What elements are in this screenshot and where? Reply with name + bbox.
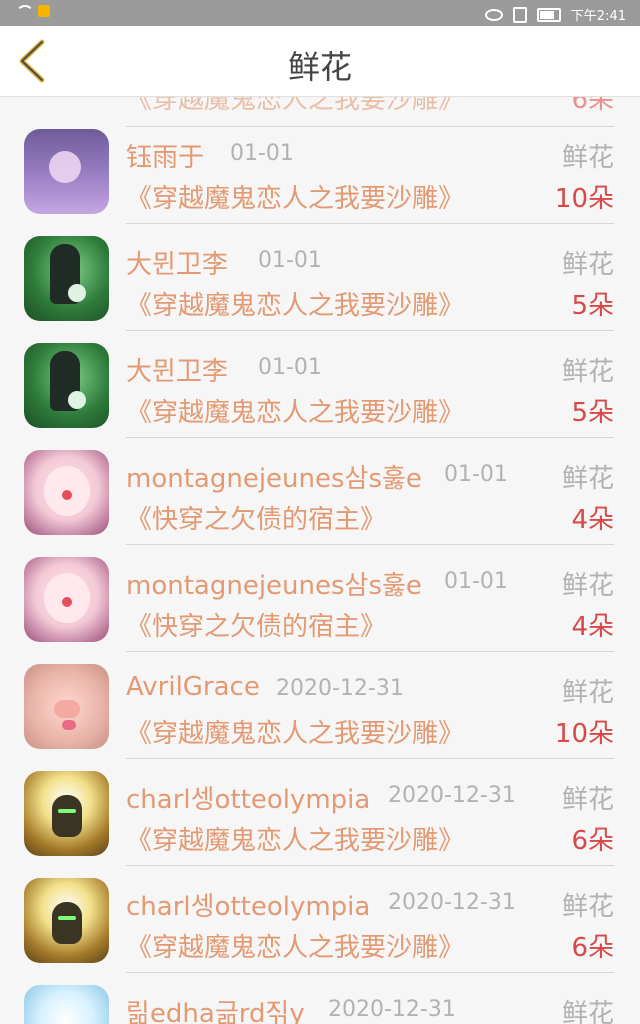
avatar-helm — [52, 902, 82, 944]
avatar-helm — [52, 795, 82, 837]
user-name: charl셍otteolympia — [126, 892, 371, 922]
user-name: charl셍otteolympia — [126, 785, 371, 815]
date: 01-01 — [444, 569, 508, 594]
status-time: 下午2:41 — [570, 9, 626, 24]
date: 01-01 — [230, 141, 294, 166]
list-item[interactable]: charl셍otteolympia 2020-12-31 鲜花 《穿越魔鬼恋人之… — [0, 846, 640, 973]
avatar — [24, 343, 109, 428]
avatar — [24, 129, 109, 214]
date: 01-01 — [444, 462, 508, 487]
user-name: montagnejeunes삼s훓e — [126, 464, 422, 494]
list-item[interactable]: montagnejeunes삼s훓e 01-01 鲜花 《快穿之欠债的宿主》 4… — [0, 525, 640, 652]
avatar — [24, 664, 109, 749]
list-item[interactable]: charl셍otteolympia 2020-12-31 鲜花 《穿越魔鬼恋人之… — [0, 739, 640, 866]
gift-type: 鲜花 — [561, 678, 614, 708]
status-left — [16, 5, 50, 17]
battery-icon — [536, 7, 561, 22]
status-bar: 下午2:41 — [0, 0, 640, 26]
user-name: montagnejeunes삼s훓e — [126, 571, 422, 601]
list-item[interactable]: 大뮌卫李 01-01 鲜花 《穿越魔鬼恋人之我要沙雕》 5朵 — [0, 311, 640, 438]
list-item[interactable]: 大뮌卫李 01-01 鲜花 《穿越魔鬼恋人之我要沙雕》 5朵 — [0, 204, 640, 331]
vibrate-icon — [512, 6, 527, 23]
user-name: AvrilGrace — [126, 672, 260, 702]
avatar-snout — [54, 700, 80, 718]
avatar — [24, 985, 109, 1024]
date: 2020-12-31 — [328, 997, 456, 1022]
gift-type: 鲜花 — [561, 250, 614, 280]
user-name: 大뮌卫李 — [126, 250, 228, 280]
user-name: 릶edha긂rd짂y — [126, 999, 305, 1024]
avatar-nose — [62, 597, 72, 607]
list-item[interactable]: 钰雨于 01-01 鲜花 《穿越魔鬼恋人之我要沙雕》 10朵 — [0, 97, 640, 224]
notification-icon — [38, 5, 50, 17]
wifi-icon — [16, 5, 34, 17]
gift-type: 鲜花 — [561, 892, 614, 922]
gift-type: 鲜花 — [561, 357, 614, 387]
avatar-tongue — [62, 720, 76, 730]
date: 01-01 — [258, 355, 322, 380]
gift-type: 鲜花 — [561, 999, 614, 1024]
date: 01-01 — [258, 248, 322, 273]
avatar — [24, 878, 109, 963]
list-item[interactable]: AvrilGrace 2020-12-31 鲜花 《穿越魔鬼恋人之我要沙雕》 1… — [0, 632, 640, 759]
nav-bar: 鲜花 — [0, 26, 640, 97]
gift-type: 鲜花 — [561, 785, 614, 815]
date: 2020-12-31 — [388, 783, 516, 808]
user-name: 大뮌卫李 — [126, 357, 228, 387]
gift-type: 鲜花 — [561, 464, 614, 494]
list-item[interactable]: montagnejeunes삼s훓e 01-01 鲜花 《快穿之欠债的宿主》 4… — [0, 418, 640, 545]
avatar — [24, 771, 109, 856]
date: 2020-12-31 — [276, 676, 404, 701]
avatar-eyes — [58, 809, 76, 813]
avatar-eyes — [58, 916, 76, 920]
user-name: 钰雨于 — [126, 143, 205, 173]
list-item[interactable]: 릶edha긂rd짂y 2020-12-31 鲜花 — [0, 953, 640, 1024]
avatar-flower — [68, 391, 86, 409]
status-right: 下午2:41 — [484, 5, 626, 24]
avatar — [24, 236, 109, 321]
gift-type: 鲜花 — [561, 571, 614, 601]
avatar-flower — [68, 284, 86, 302]
gift-type: 鲜花 — [561, 143, 614, 173]
eye-icon — [484, 8, 503, 21]
page-title: 鲜花 — [287, 48, 352, 86]
avatar — [24, 450, 109, 535]
avatar-nose — [62, 490, 72, 500]
avatar — [24, 557, 109, 642]
flower-list: 《穿越魔鬼恋人之我要沙雕》 6朵 钰雨于 01-01 鲜花 《穿越魔鬼恋人之我要… — [0, 97, 640, 1024]
date: 2020-12-31 — [388, 890, 516, 915]
moon-icon — [49, 151, 81, 183]
